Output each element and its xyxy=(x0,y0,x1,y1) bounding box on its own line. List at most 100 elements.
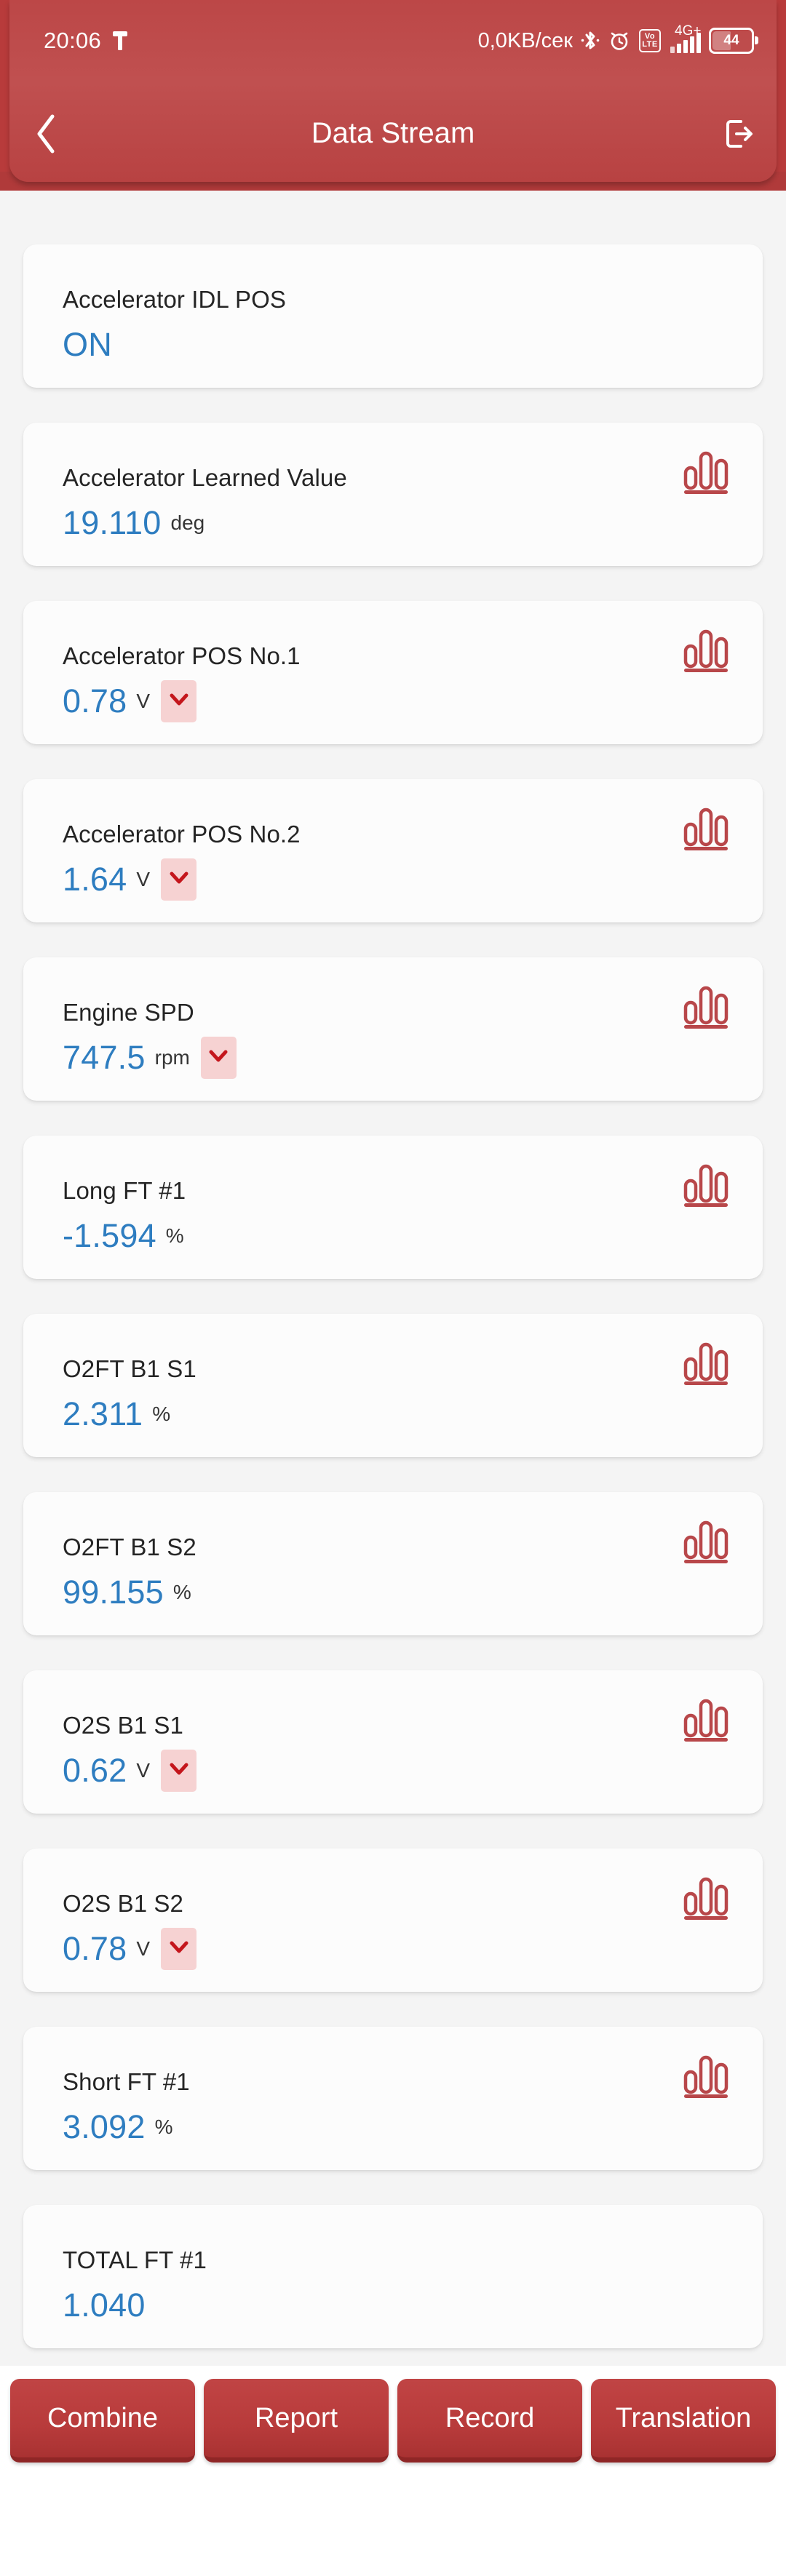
bar-chart-icon[interactable] xyxy=(683,1163,729,1208)
data-stream-list-region[interactable]: Accelerator IDL POS ON Accelerator Learned… xyxy=(0,191,786,2366)
bar-chart-icon[interactable] xyxy=(683,1520,729,1565)
parameter-value: -1.594 xyxy=(63,1217,156,1255)
exit-button[interactable] xyxy=(709,108,767,163)
chevron-down-icon xyxy=(170,693,188,710)
action-button-record[interactable]: Record xyxy=(397,2379,582,2463)
app-header: 20:06 0,0KB/сек xyxy=(0,0,786,191)
bottom-action-bar: CombineReportRecordTranslation xyxy=(0,2366,786,2576)
signal-bar-1 xyxy=(670,47,675,53)
parameter-card[interactable]: O2FT B1 S2 99.155% xyxy=(23,1492,763,1635)
parameter-value-row: 19.110 deg xyxy=(63,502,763,544)
bar-chart-icon[interactable] xyxy=(683,985,729,1030)
bar-chart-icon[interactable] xyxy=(683,1698,729,1743)
volte-icon: Vo LTE xyxy=(639,29,661,52)
parameter-unit: % xyxy=(155,2108,173,2146)
signal-bar-3 xyxy=(683,40,688,53)
bar-chart-icon[interactable] xyxy=(683,1341,729,1387)
alarm-clock-icon xyxy=(608,29,631,52)
parameter-name: O2S B1 S2 xyxy=(63,1889,763,1918)
status-bar-right: 0,0KB/сек Vo LTE 4G+ xyxy=(478,23,754,58)
status-clock: 20:06 xyxy=(44,23,101,58)
parameter-card[interactable]: O2S B1 S10.62V xyxy=(23,1670,763,1814)
parameter-unit: rpm xyxy=(155,1039,190,1077)
action-button-translation[interactable]: Translation xyxy=(591,2379,776,2463)
parameter-value-row: 747.5 rpm xyxy=(63,1037,763,1079)
parameter-card[interactable]: Engine SPD 747.5 rpm xyxy=(23,957,763,1101)
parameter-dropdown-button[interactable] xyxy=(201,1037,237,1079)
action-button-report[interactable]: Report xyxy=(204,2379,389,2463)
chevron-down-icon xyxy=(170,872,188,888)
parameter-value: 99.155 xyxy=(63,1574,164,1611)
bar-chart-icon[interactable] xyxy=(683,629,729,674)
parameter-dropdown-button[interactable] xyxy=(161,1928,196,1970)
parameter-value: 3.092 xyxy=(63,2108,146,2146)
parameter-name: Accelerator POS No.2 xyxy=(63,820,763,849)
parameter-card[interactable]: O2S B1 S2 0.78V xyxy=(23,1849,763,1992)
parameter-name: Accelerator Learned Value xyxy=(63,463,763,493)
parameter-unit: % xyxy=(166,1217,184,1255)
parameter-value-row: 1.040 xyxy=(63,2284,763,2326)
parameter-value-row: 3.092% xyxy=(63,2106,763,2148)
status-bar-left: 20:06 xyxy=(44,23,129,58)
parameter-card[interactable]: Accelerator POS No.1 0.78V xyxy=(23,601,763,744)
parameter-name: Accelerator IDL POS xyxy=(63,285,763,314)
parameter-value-row: -1.594% xyxy=(63,1215,763,1257)
parameter-dropdown-button[interactable] xyxy=(161,858,196,901)
parameter-unit: % xyxy=(173,1574,191,1611)
parameter-card[interactable]: Long FT #1 -1.594% xyxy=(23,1136,763,1279)
parameter-value: 19.110 xyxy=(63,504,162,542)
parameter-value-row: 0.78V xyxy=(63,1928,763,1970)
parameter-dropdown-button[interactable] xyxy=(161,1750,196,1792)
parameter-name: Long FT #1 xyxy=(63,1176,763,1205)
action-button-combine[interactable]: Combine xyxy=(10,2379,195,2463)
parameter-value: 1.040 xyxy=(63,2286,146,2324)
bar-chart-icon[interactable] xyxy=(683,2054,729,2100)
parameter-unit: V xyxy=(136,1930,150,1968)
volte-bottom-label: LTE xyxy=(642,41,657,49)
parameter-unit: V xyxy=(136,682,150,720)
parameter-value: 747.5 xyxy=(63,1039,146,1077)
parameter-value: ON xyxy=(63,326,112,364)
parameter-card[interactable]: Short FT #1 3.092% xyxy=(23,2027,763,2170)
parameter-name: Engine SPD xyxy=(63,998,763,1027)
parameter-card-list: Accelerator IDL POS ON Accelerator Learned… xyxy=(0,191,786,2348)
parameter-card[interactable]: Accelerator Learned Value 19.110 deg xyxy=(23,423,763,566)
battery-level-label: 44 xyxy=(723,23,739,58)
parameter-card[interactable]: O2FT B1 S12.311% xyxy=(23,1314,763,1457)
parameter-value-row: ON xyxy=(63,324,763,366)
system-nav-strip xyxy=(0,2561,786,2576)
parameter-name: TOTAL FT #1 xyxy=(63,2246,763,2275)
parameter-name: O2S B1 S1 xyxy=(63,1711,763,1740)
parameter-value: 0.78 xyxy=(63,682,127,720)
chevron-down-icon xyxy=(170,1763,188,1779)
parameter-value-row: 99.155% xyxy=(63,1571,763,1614)
network-speed-label: 0,0KB/сек xyxy=(478,23,573,58)
bar-chart-icon[interactable] xyxy=(683,450,729,495)
parameter-value: 1.64 xyxy=(63,861,127,898)
bar-chart-icon[interactable] xyxy=(683,1876,729,1921)
parameter-value-row: 0.78V xyxy=(63,680,763,722)
signal-bar-4 xyxy=(690,36,694,53)
bar-chart-icon[interactable] xyxy=(683,807,729,852)
action-button-row: CombineReportRecordTranslation xyxy=(0,2379,786,2463)
chevron-down-icon xyxy=(170,1941,188,1958)
battery-icon: 44 xyxy=(709,28,754,54)
parameter-card[interactable]: TOTAL FT #1 1.040 xyxy=(23,2205,763,2348)
parameter-card[interactable]: Accelerator IDL POS ON xyxy=(23,244,763,388)
parameter-unit: deg xyxy=(171,504,205,542)
status-bar: 20:06 0,0KB/сек xyxy=(0,23,786,58)
parameter-value-row: 2.311% xyxy=(63,1393,763,1435)
parameter-name: O2FT B1 S2 xyxy=(63,1533,763,1562)
signal-bars-icon: 4G+ xyxy=(669,28,701,53)
parameter-value: 0.78 xyxy=(63,1930,127,1968)
parameter-dropdown-button[interactable] xyxy=(161,680,196,722)
parameter-unit: V xyxy=(136,861,150,898)
title-bar: Data Stream xyxy=(0,102,786,167)
parameter-value-row: 1.64V xyxy=(63,858,763,901)
parameter-name: Accelerator POS No.1 xyxy=(63,642,763,671)
parameter-unit: V xyxy=(136,1752,150,1790)
chevron-down-icon xyxy=(209,1050,228,1066)
parameter-card[interactable]: Accelerator POS No.2 1.64V xyxy=(23,779,763,922)
parameter-unit: % xyxy=(152,1395,170,1433)
parameter-name: Short FT #1 xyxy=(63,2067,763,2097)
